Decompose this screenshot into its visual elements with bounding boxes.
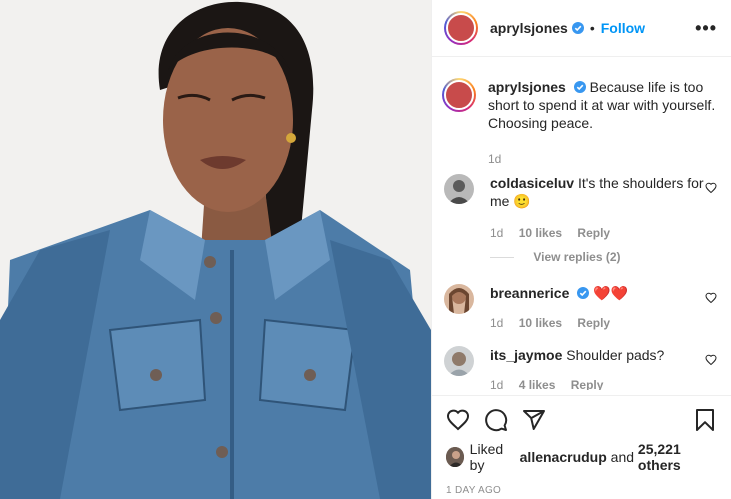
instagram-post: aprylsjones • Follow ••• aprylsjones Bec… (0, 0, 731, 499)
comment-avatar[interactable] (444, 284, 474, 314)
like-heart-icon[interactable] (446, 408, 470, 432)
caption-row: aprylsjones Because life is too short to… (442, 78, 719, 168)
more-options-icon[interactable]: ••• (695, 18, 717, 39)
like-comment-heart-icon[interactable] (705, 354, 717, 366)
comment-avatar[interactable] (444, 346, 474, 376)
caption-time[interactable]: 1d (488, 152, 501, 166)
liked-by-row: Liked by allenacrudup and 25,221 others (446, 441, 717, 473)
separator-dot: • (589, 20, 595, 36)
comment-body: breannerice ❤️❤️ 1d 10 likes Reply (490, 284, 719, 332)
liked-by-prefix: Liked by (469, 441, 504, 473)
author-avatar[interactable] (444, 11, 478, 45)
side-panel: aprylsjones • Follow ••• aprylsjones Bec… (431, 0, 731, 499)
post-image (0, 0, 431, 499)
comment-row: coldasiceluv It's the shoulders for me 🙂… (444, 174, 719, 242)
comment-likes[interactable]: 10 likes (519, 316, 562, 330)
comment-body: its_jaymoe Shoulder pads? 1d 4 likes Rep… (490, 346, 719, 390)
liked-by-and: and (610, 449, 635, 465)
action-icons (446, 400, 717, 440)
verified-badge-icon (571, 22, 584, 34)
verified-badge-icon (573, 81, 586, 93)
comment-text: Shoulder pads? (566, 347, 665, 363)
comment-body: coldasiceluv It's the shoulders for me 🙂… (490, 174, 719, 242)
liker-avatar[interactable] (446, 447, 464, 467)
replies-divider (490, 257, 514, 259)
comment-bubble-icon[interactable] (484, 408, 508, 432)
caption-avatar[interactable] (442, 78, 476, 112)
reply-button[interactable]: Reply (571, 378, 604, 390)
liked-by-user[interactable]: allenacrudup (520, 449, 607, 465)
post-header: aprylsjones • Follow ••• (432, 0, 731, 57)
comment-username[interactable]: coldasiceluv (490, 175, 574, 191)
caption-body: aprylsjones Because life is too short to… (488, 78, 719, 168)
post-photo[interactable] (0, 0, 431, 499)
comment-text: ❤️❤️ (593, 285, 629, 301)
save-bookmark-icon[interactable] (693, 408, 717, 432)
comment-time[interactable]: 1d (490, 378, 503, 390)
comment-likes[interactable]: 10 likes (519, 226, 562, 240)
comment-username[interactable]: breannerice (490, 285, 569, 301)
comment-likes[interactable]: 4 likes (519, 378, 556, 390)
post-actions: Liked by allenacrudup and 25,221 others … (432, 395, 731, 499)
view-replies-button[interactable]: View replies (2) (490, 250, 621, 264)
caption-username[interactable]: aprylsjones (488, 79, 566, 95)
comment-row: its_jaymoe Shoulder pads? 1d 4 likes Rep… (444, 346, 719, 390)
comment-time[interactable]: 1d (490, 316, 503, 330)
verified-badge-icon (577, 287, 590, 299)
follow-button[interactable]: Follow (601, 20, 645, 36)
post-timestamp[interactable]: 1 DAY AGO (446, 485, 717, 496)
reply-button[interactable]: Reply (577, 316, 610, 330)
liked-by-count[interactable]: 25,221 others (638, 441, 717, 473)
comments-section: aprylsjones Because life is too short to… (432, 58, 731, 390)
comment-avatar[interactable] (444, 174, 474, 204)
author-username[interactable]: aprylsjones (490, 20, 568, 36)
share-paper-plane-icon[interactable] (522, 408, 546, 432)
reply-button[interactable]: Reply (577, 226, 610, 240)
view-replies-label[interactable]: View replies (2) (533, 250, 620, 264)
comment-row: breannerice ❤️❤️ 1d 10 likes Reply (444, 284, 719, 332)
like-comment-heart-icon[interactable] (705, 292, 717, 304)
like-comment-heart-icon[interactable] (705, 182, 717, 194)
comment-username[interactable]: its_jaymoe (490, 347, 562, 363)
comment-time[interactable]: 1d (490, 226, 503, 240)
